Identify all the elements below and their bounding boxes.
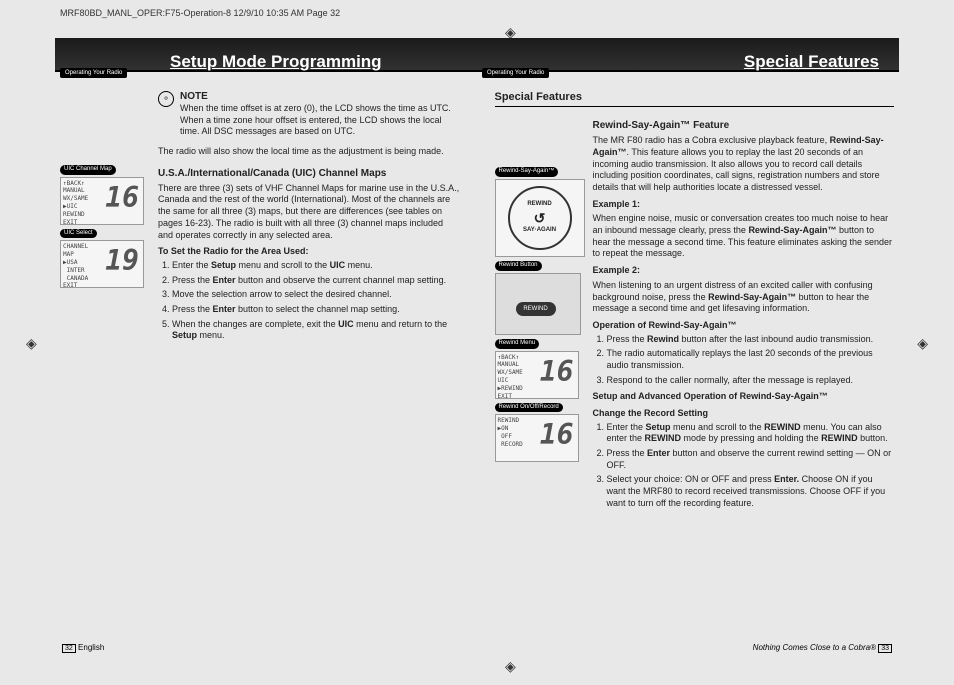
left-page: ⚬ NOTE When the time offset is at zero (… bbox=[55, 90, 480, 635]
change-steps: Enter the Setup menu and scroll to the R… bbox=[593, 422, 895, 510]
ex1-body: When engine noise, music or conversation… bbox=[593, 213, 895, 260]
device-photo: REWIND bbox=[495, 273, 581, 335]
left-page-title: Setup Mode Programming bbox=[170, 52, 382, 72]
uic-set-heading: To Set the Radio for the Area Used: bbox=[158, 246, 460, 258]
rewind-button-label: Rewind Button bbox=[495, 261, 542, 271]
print-header: MRF80BD_MANL_OPER:F75-Operation-8 12/9/1… bbox=[60, 8, 340, 18]
note-body: When the time offset is at zero (0), the… bbox=[180, 103, 460, 138]
note-extra: The radio will also show the local time … bbox=[158, 146, 460, 158]
uic-body: There are three (3) sets of VHF Channel … bbox=[158, 183, 460, 241]
op-steps: Press the Rewind button after the last i… bbox=[593, 334, 895, 387]
page-number-left: 32 bbox=[62, 644, 76, 653]
list-item: Respond to the caller normally, after th… bbox=[607, 375, 895, 387]
left-tab: Operating Your Radio bbox=[60, 68, 127, 78]
list-item: Select your choice: ON or OFF and press … bbox=[607, 474, 895, 509]
rsa-label: Rewind-Say-Again™ bbox=[495, 167, 559, 177]
list-item: Press the Enter button to select the cha… bbox=[172, 304, 460, 316]
uic-steps: Enter the Setup menu and scroll to the U… bbox=[158, 260, 460, 342]
list-item: Press the Enter button and observe the c… bbox=[172, 275, 460, 287]
registration-mark-left: ◈ bbox=[26, 335, 37, 352]
change-title: Change the Record Setting bbox=[593, 408, 895, 420]
right-tab: Operating Your Radio bbox=[482, 68, 549, 78]
footer-right: Nothing Comes Close to a Cobra® 33 bbox=[753, 643, 892, 653]
rsa-intro: The MR F80 radio has a Cobra exclusive p… bbox=[593, 135, 895, 193]
registration-mark-bottom: ◈ bbox=[505, 658, 516, 675]
page-number-right: 33 bbox=[878, 644, 892, 653]
note-icon: ⚬ bbox=[158, 91, 174, 107]
registration-mark-right: ◈ bbox=[917, 335, 928, 352]
section-title: Special Features bbox=[495, 90, 895, 107]
banner: Operating Your Radio Setup Mode Programm… bbox=[55, 38, 899, 72]
list-item: Move the selection arrow to select the d… bbox=[172, 289, 460, 301]
ex1-title: Example 1: bbox=[593, 199, 895, 211]
list-item: The radio automatically replays the last… bbox=[607, 348, 895, 371]
uic-heading: U.S.A./International/Canada (UIC) Channe… bbox=[158, 167, 460, 180]
right-page: Special Features Rewind-Say-Again™ REWIN… bbox=[480, 90, 900, 635]
note-title: NOTE bbox=[180, 90, 460, 103]
list-item: Press the Rewind button after the last i… bbox=[607, 334, 895, 346]
list-item: Enter the Setup menu and scroll to the R… bbox=[607, 422, 895, 445]
list-item: Enter the Setup menu and scroll to the U… bbox=[172, 260, 460, 272]
rewind-say-again-badge: REWIND ↺ SAY·AGAIN bbox=[508, 186, 572, 250]
lcd4-screen: REWIND ▶ON OFF RECORD 16 bbox=[495, 414, 579, 462]
footer-left: 32 English bbox=[62, 643, 104, 653]
lcd2-label: UIC Select bbox=[60, 229, 97, 239]
list-item: When the changes are complete, exit the … bbox=[172, 319, 460, 342]
ex2-body: When listening to an urgent distress of … bbox=[593, 280, 895, 315]
adv-title: Setup and Advanced Operation of Rewind-S… bbox=[593, 391, 895, 403]
list-item: Press the Enter button and observe the c… bbox=[607, 448, 895, 471]
rewind-menu-label: Rewind Menu bbox=[495, 339, 540, 349]
lcd3-screen: ↑BACK↑ MANUAL WX/SAME UIC ▶REWIND EXIT 1… bbox=[495, 351, 579, 399]
lcd1-label: UIC Channel Map bbox=[60, 165, 116, 175]
rewind-onoff-label: Rewind On/Off/Record bbox=[495, 403, 563, 413]
lcd1-screen: ↑BACK↑ MANUAL WX/SAME ▶UIC REWIND EXIT 1… bbox=[60, 177, 144, 225]
op-title: Operation of Rewind-Say-Again™ bbox=[593, 320, 895, 332]
rsa-heading: Rewind-Say-Again™ Feature bbox=[593, 119, 895, 132]
right-page-title: Special Features bbox=[744, 52, 879, 72]
lcd2-screen: CHANNEL MAP ▶USA INTER CANADA EXIT 19 bbox=[60, 240, 144, 288]
rewind-physical-button: REWIND bbox=[516, 302, 556, 316]
ex2-title: Example 2: bbox=[593, 265, 895, 277]
